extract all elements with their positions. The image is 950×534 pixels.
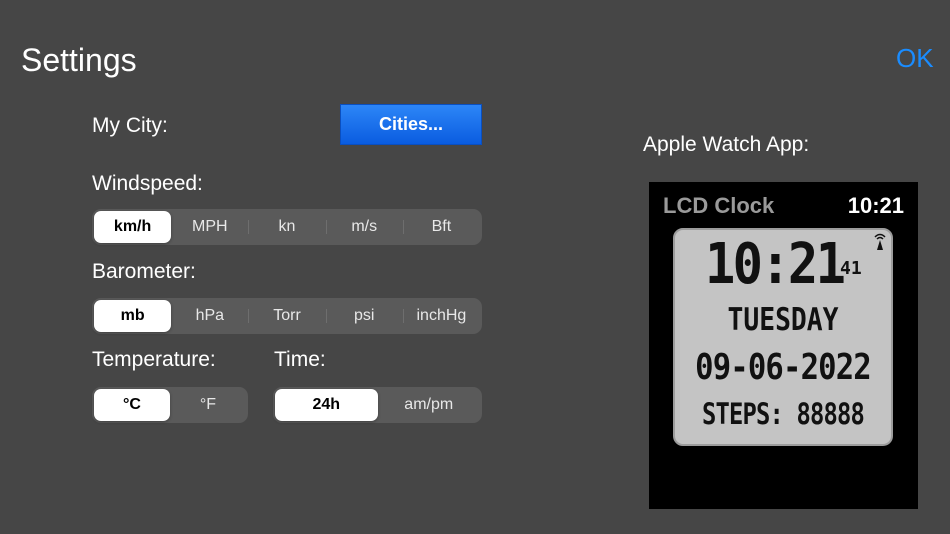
- watch-app-name: LCD Clock: [663, 193, 775, 218]
- barometer-segmented-control: mb hPa Torr psi inchHg: [92, 298, 482, 334]
- time-segmented-control: 24h am/pm: [273, 387, 482, 423]
- apple-watch-app-label: Apple Watch App:: [643, 133, 810, 156]
- windspeed-option-mph[interactable]: MPH: [171, 211, 248, 243]
- lcd-steps: STEPS: 88888: [702, 397, 865, 431]
- barometer-option-mb[interactable]: mb: [94, 300, 172, 332]
- barometer-option-psi[interactable]: psi: [325, 300, 403, 332]
- temperature-option-fahrenheit[interactable]: °F: [170, 389, 246, 421]
- watch-preview: LCD Clock 10:21 10:21 41 TUESDAY 09-06-2…: [649, 182, 918, 509]
- time-option-ampm[interactable]: am/pm: [378, 389, 481, 421]
- lcd-display: 10:21 41 TUESDAY 09-06-2022 STEPS: 88888: [673, 228, 893, 446]
- page-title: Settings: [21, 42, 137, 78]
- windspeed-option-bft[interactable]: Bft: [402, 211, 480, 243]
- temperature-segmented-control: °C °F: [92, 387, 248, 423]
- windspeed-option-kn[interactable]: kn: [248, 211, 325, 243]
- barometer-label: Barometer:: [92, 260, 196, 283]
- lcd-seconds: 41: [840, 258, 862, 279]
- antenna-signal-icon: [874, 233, 886, 250]
- windspeed-option-ms[interactable]: m/s: [325, 211, 403, 243]
- time-option-24h[interactable]: 24h: [275, 389, 378, 421]
- time-label: Time:: [274, 348, 326, 371]
- lcd-time: 10:21: [705, 232, 846, 297]
- windspeed-option-kmh[interactable]: km/h: [94, 211, 172, 243]
- barometer-option-inchhg[interactable]: inchHg: [402, 300, 480, 332]
- windspeed-label: Windspeed:: [92, 172, 203, 195]
- temperature-option-celsius[interactable]: °C: [94, 389, 170, 421]
- watch-status-clock: 10:21: [847, 193, 904, 218]
- lcd-day: TUESDAY: [727, 302, 839, 338]
- temperature-label: Temperature:: [92, 348, 216, 371]
- ok-button[interactable]: OK: [896, 40, 934, 76]
- my-city-label: My City:: [92, 114, 168, 137]
- barometer-option-hpa[interactable]: hPa: [171, 300, 248, 332]
- cities-button[interactable]: Cities...: [340, 104, 482, 145]
- barometer-option-torr[interactable]: Torr: [248, 300, 325, 332]
- lcd-date: 09-06-2022: [695, 347, 872, 388]
- windspeed-segmented-control: km/h MPH kn m/s Bft: [92, 209, 482, 245]
